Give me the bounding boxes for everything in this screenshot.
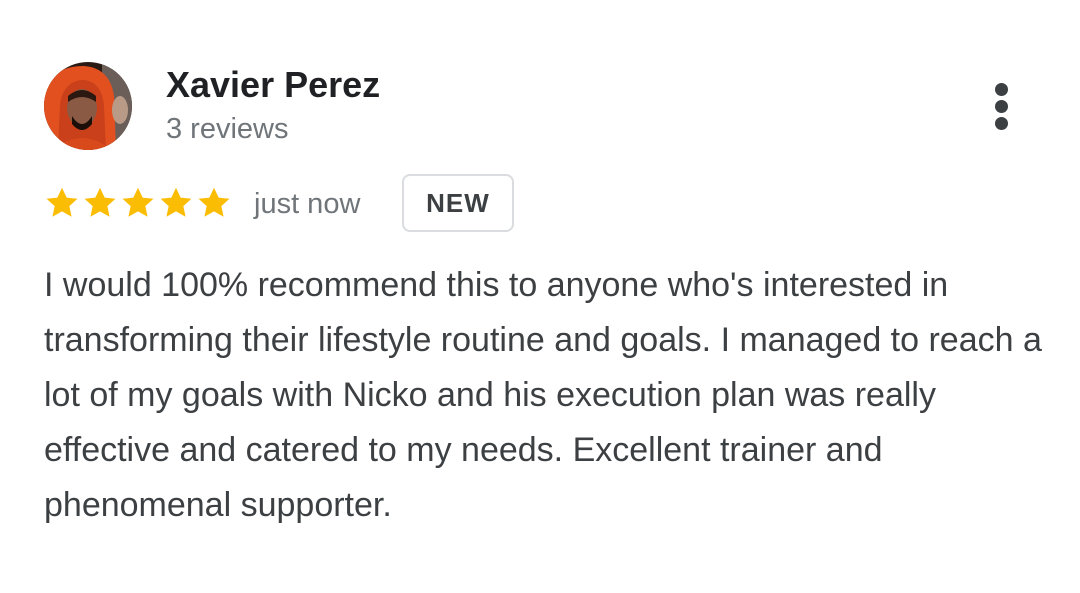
more-vert-icon[interactable] bbox=[984, 80, 1020, 134]
review-card: Xavier Perez 3 reviews just now NEW I wo… bbox=[0, 0, 1080, 593]
reviewer-review-count: 3 reviews bbox=[166, 113, 289, 145]
reviewer-name[interactable]: Xavier Perez bbox=[166, 64, 380, 106]
menu-dot bbox=[995, 117, 1008, 130]
avatar-photo bbox=[44, 62, 132, 150]
menu-dot bbox=[995, 83, 1008, 96]
new-badge: NEW bbox=[402, 174, 514, 232]
star-icon bbox=[160, 187, 192, 217]
star-icon bbox=[198, 187, 230, 217]
reviewer-avatar[interactable] bbox=[44, 62, 132, 150]
star-rating bbox=[44, 184, 232, 224]
review-body: I would 100% recommend this to anyone wh… bbox=[44, 266, 1042, 524]
star-icon bbox=[84, 187, 116, 217]
review-timestamp: just now bbox=[254, 188, 361, 220]
star-icon bbox=[122, 187, 154, 217]
menu-dot bbox=[995, 100, 1008, 113]
star-icon bbox=[46, 187, 78, 217]
